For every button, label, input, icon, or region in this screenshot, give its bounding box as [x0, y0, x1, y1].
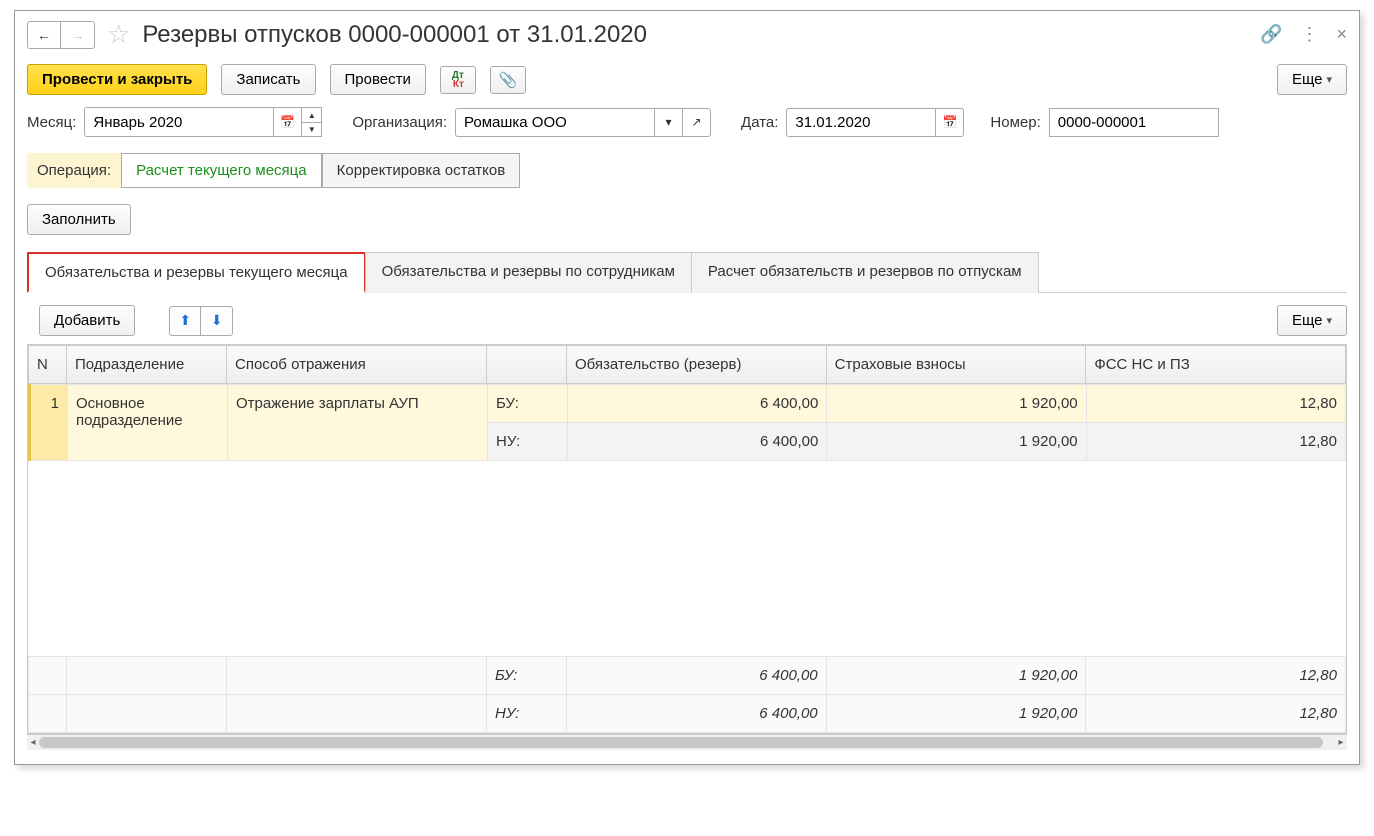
org-dropdown-icon[interactable]: ▾: [655, 108, 683, 137]
cell-reflection: Отражение зарплаты АУП: [228, 385, 488, 461]
forward-button[interactable]: →: [61, 21, 95, 49]
totals-obl-bu: 6 400,00: [567, 657, 827, 695]
grid: N Подразделение Способ отражения Обязате…: [27, 344, 1347, 734]
calendar-icon[interactable]: 📅: [274, 107, 302, 137]
back-button[interactable]: ←: [27, 21, 61, 49]
month-label: Месяц:: [27, 114, 76, 131]
cell-ins-bu: 1 920,00: [827, 385, 1086, 423]
col-department[interactable]: Подразделение: [67, 346, 227, 384]
close-icon[interactable]: ×: [1336, 24, 1347, 45]
date-label: Дата:: [741, 114, 778, 131]
table-row[interactable]: 1 Основное подразделение Отражение зарпл…: [30, 385, 1346, 423]
grid-header: N Подразделение Способ отражения Обязате…: [28, 345, 1346, 384]
totals-row-bu: БУ: 6 400,00 1 920,00 12,80: [29, 657, 1346, 695]
col-fss[interactable]: ФСС НС и ПЗ: [1086, 346, 1346, 384]
totals-fss-nu: 12,80: [1086, 695, 1346, 733]
cell-department: Основное подразделение: [68, 385, 228, 461]
titlebar: ← → ☆ Резервы отпусков 0000-000001 от 31…: [15, 11, 1359, 58]
totals-fss-bu: 12,80: [1086, 657, 1346, 695]
totals-row-nu: НУ: 6 400,00 1 920,00 12,80: [29, 695, 1346, 733]
tab-current-month[interactable]: Обязательства и резервы текущего месяца: [27, 252, 366, 293]
attach-button[interactable]: 📎: [490, 66, 526, 94]
number-label: Номер:: [990, 114, 1040, 131]
cell-n: 1: [30, 385, 68, 461]
paperclip-icon: 📎: [499, 71, 518, 89]
cell-obl-bu: 6 400,00: [568, 385, 827, 423]
table-more-button[interactable]: Еще: [1277, 305, 1347, 336]
fill-button[interactable]: Заполнить: [27, 204, 131, 235]
tab-by-employees[interactable]: Обязательства и резервы по сотрудникам: [365, 252, 692, 293]
kebab-menu-icon[interactable]: ⋮: [1300, 24, 1318, 45]
col-n[interactable]: N: [29, 346, 67, 384]
cell-obl-nu: 6 400,00: [568, 423, 827, 461]
totals-ins-bu: 1 920,00: [826, 657, 1086, 695]
arrow-down-icon: ⬇: [211, 312, 223, 329]
save-button[interactable]: Записать: [221, 64, 315, 95]
cell-bu-label: БУ:: [488, 385, 568, 423]
cell-fss-bu: 12,80: [1086, 385, 1345, 423]
dtkt-button[interactable]: ДтКт: [440, 66, 476, 94]
totals-nu-label: НУ:: [487, 695, 567, 733]
col-insurance[interactable]: Страховые взносы: [826, 346, 1086, 384]
nav-group: ← →: [27, 21, 95, 49]
totals-ins-nu: 1 920,00: [826, 695, 1086, 733]
cell-fss-nu: 12,80: [1086, 423, 1345, 461]
add-row-button[interactable]: Добавить: [39, 305, 135, 336]
cell-nu-label: НУ:: [488, 423, 568, 461]
totals-obl-nu: 6 400,00: [567, 695, 827, 733]
move-down-button[interactable]: ⬇: [201, 306, 233, 336]
col-obligation[interactable]: Обязательство (резерв): [567, 346, 827, 384]
cell-ins-nu: 1 920,00: [827, 423, 1086, 461]
operation-label: Операция:: [27, 154, 121, 187]
more-button[interactable]: Еще: [1277, 64, 1347, 95]
link-icon[interactable]: 🔗: [1260, 24, 1282, 45]
arrow-up-icon: ⬆: [179, 312, 191, 329]
date-calendar-icon[interactable]: 📅: [936, 108, 964, 137]
operation-adjust-balances[interactable]: Корректировка остатков: [322, 153, 521, 188]
table-toolbar: Добавить ⬆ ⬇ Еще: [15, 293, 1359, 344]
org-open-icon[interactable]: ↗: [683, 108, 711, 137]
horizontal-scrollbar[interactable]: ◂ ▸: [27, 734, 1347, 750]
totals-bu-label: БУ:: [487, 657, 567, 695]
operation-row: Операция: Расчет текущего месяца Коррект…: [27, 153, 520, 188]
org-label: Организация:: [352, 114, 447, 131]
move-up-button[interactable]: ⬆: [169, 306, 201, 336]
tab-calc-vacations[interactable]: Расчет обязательств и резервов по отпуск…: [691, 252, 1039, 293]
number-input[interactable]: [1049, 108, 1219, 137]
document-window: ← → ☆ Резервы отпусков 0000-000001 от 31…: [14, 10, 1360, 765]
operation-current-month[interactable]: Расчет текущего месяца: [121, 153, 322, 188]
post-button[interactable]: Провести: [330, 64, 426, 95]
post-and-close-button[interactable]: Провести и закрыть: [27, 64, 207, 95]
tabs: Обязательства и резервы текущего месяца …: [27, 251, 1347, 293]
form-row-1: Месяц: 📅 ▲▼ Организация: ▾ ↗ Дата: 📅 Ном…: [15, 101, 1359, 143]
month-spinner[interactable]: ▲▼: [302, 107, 322, 137]
favorite-star-icon[interactable]: ☆: [103, 19, 134, 50]
col-reflection[interactable]: Способ отражения: [227, 346, 487, 384]
main-toolbar: Провести и закрыть Записать Провести ДтК…: [15, 58, 1359, 101]
month-input[interactable]: [84, 107, 274, 137]
date-input[interactable]: [786, 108, 936, 137]
org-input[interactable]: [455, 108, 655, 137]
col-kind[interactable]: [487, 346, 567, 384]
dtkt-icon: ДтКт: [452, 71, 464, 89]
grid-totals: БУ: 6 400,00 1 920,00 12,80 НУ: 6 400,00…: [28, 656, 1346, 733]
page-title: Резервы отпусков 0000-000001 от 31.01.20…: [142, 21, 1252, 49]
